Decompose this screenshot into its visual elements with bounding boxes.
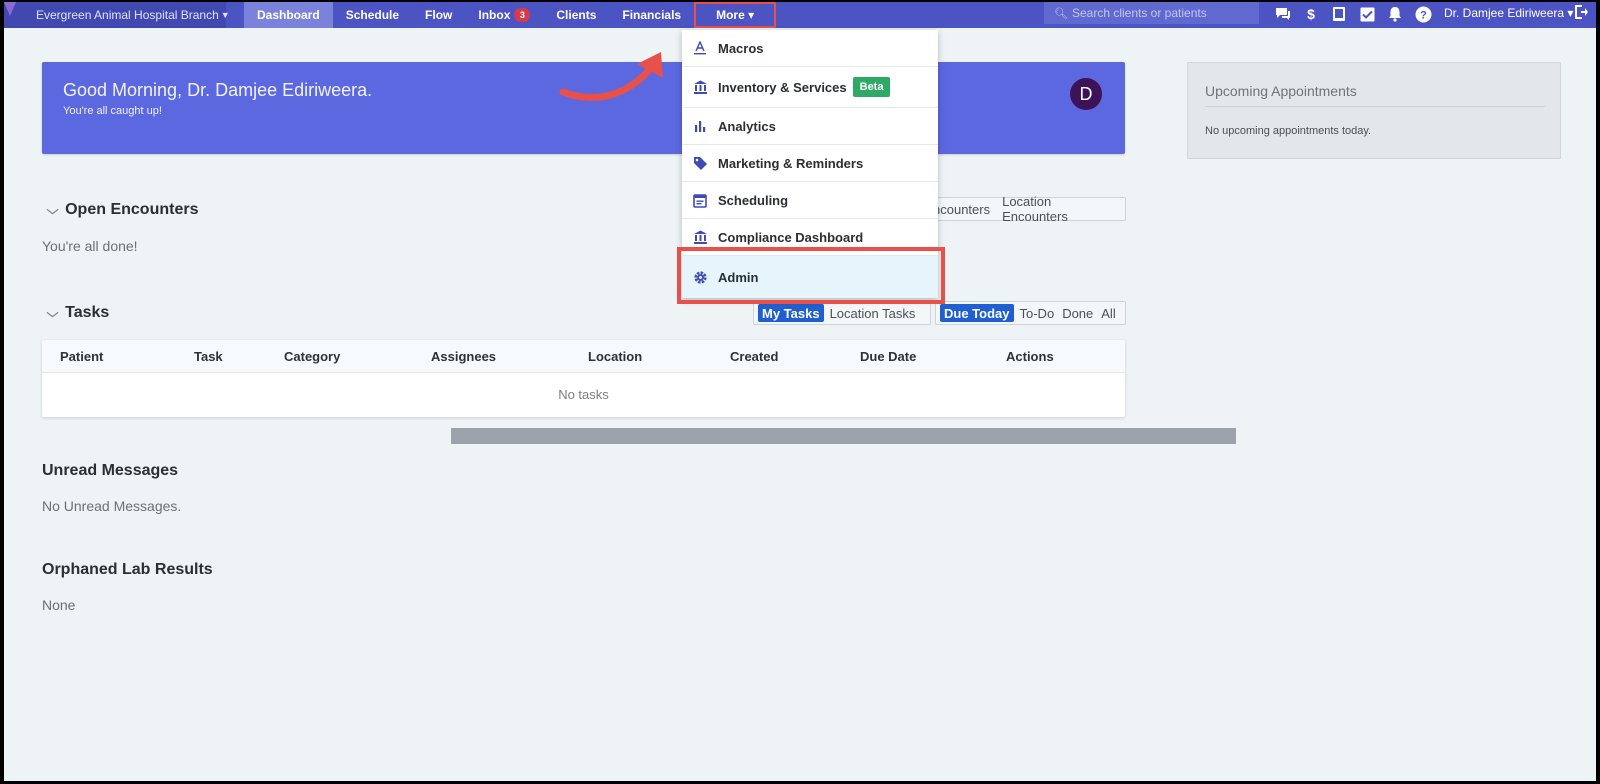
column-header[interactable]: Category (284, 349, 340, 364)
orphaned-lab-results-title: Orphaned Lab Results (42, 561, 213, 578)
menu-item-marketing[interactable]: Marketing & Reminders (682, 145, 938, 182)
toggle-location-encounters[interactable]: Location Encounters (998, 194, 1121, 224)
orphaned-lab-results-empty: None (42, 597, 76, 613)
avatar[interactable]: D (1070, 78, 1102, 110)
chevron-down-icon: ▼ (220, 10, 230, 20)
calendar-icon (692, 192, 708, 208)
encounters-toggle: ncounters Location Encounters (924, 194, 1126, 224)
chat-icon[interactable] (1274, 5, 1292, 23)
menu-item-label: Compliance Dashboard (718, 229, 864, 245)
column-header: Actions (1006, 349, 1054, 364)
tasks-status-toggle: Due Today To-Do Done All (935, 301, 1126, 325)
menu-item-label: Marketing & Reminders (718, 155, 864, 171)
branch-name: Evergreen Animal Hospital Branch (36, 8, 219, 22)
logout-icon[interactable] (1574, 4, 1588, 23)
greeting-subtitle: You're all caught up! (63, 105, 162, 117)
top-nav: Evergreen Animal Hospital Branch ▼ Dashb… (4, 2, 1596, 28)
inbox-count-badge: 3 (514, 8, 531, 22)
dollar-icon[interactable]: $ (1302, 5, 1320, 23)
column-header[interactable]: Patient (60, 349, 103, 364)
svg-text:?: ? (1420, 9, 1427, 21)
unread-messages-title: Unread Messages (42, 462, 179, 479)
chevron-down-icon: ⌵ (46, 305, 59, 320)
user-menu[interactable]: Dr. Damjee Ediriweera ▾ (1444, 2, 1573, 24)
toggle-todo[interactable]: To-Do (1016, 304, 1059, 322)
column-header[interactable]: Created (730, 349, 778, 364)
divider (1205, 106, 1545, 107)
nav-more[interactable]: More ▾ (694, 2, 777, 28)
checkbox-icon[interactable] (1358, 5, 1376, 23)
tag-icon (692, 155, 708, 171)
search-placeholder: Search clients or patients (1071, 6, 1207, 20)
tasks-title: Tasks (65, 304, 110, 321)
upcoming-appointments-panel: Upcoming Appointments No upcoming appoin… (1187, 62, 1561, 159)
menu-item-label: Scheduling (718, 192, 789, 208)
menu-item-macros[interactable]: Macros (682, 30, 938, 67)
upcoming-title: Upcoming Appointments (1205, 83, 1357, 99)
app-frame: Evergreen Animal Hospital Branch ▼ Dashb… (4, 2, 1596, 781)
tablet-icon[interactable] (1330, 5, 1348, 23)
admin-highlight-box (677, 247, 945, 304)
menu-item-inventory[interactable]: Inventory & Services Beta (682, 67, 938, 108)
search-input[interactable]: 🔍︎ Search clients or patients (1044, 2, 1259, 24)
bank-icon (692, 229, 708, 245)
beta-badge: Beta (852, 77, 891, 97)
nav-clients[interactable]: Clients (543, 2, 609, 28)
menu-item-label: Analytics (718, 118, 776, 134)
nav-inbox[interactable]: Inbox 3 (465, 2, 543, 28)
nav-financials[interactable]: Financials (609, 2, 694, 28)
toggle-all[interactable]: All (1097, 304, 1119, 322)
table-header: Patient Task Category Assignees Location… (42, 340, 1125, 373)
horizontal-scrollbar[interactable] (451, 428, 1236, 444)
open-encounters-header[interactable]: ⌵ Open Encounters (46, 201, 199, 219)
app-logo-icon (4, 2, 16, 16)
tasks-header[interactable]: ⌵ Tasks (46, 304, 110, 322)
nav-schedule[interactable]: Schedule (333, 2, 412, 28)
annotation-arrow-icon (559, 52, 663, 101)
menu-item-label: Macros (718, 40, 764, 56)
nav-flow[interactable]: Flow (412, 2, 465, 28)
menu-item-analytics[interactable]: Analytics (682, 108, 938, 145)
bar-chart-icon (692, 118, 708, 134)
tasks-scope-toggle: My Tasks Location Tasks (753, 301, 931, 325)
nav-dashboard[interactable]: Dashboard (244, 2, 333, 28)
menu-item-label: Inventory & Services (718, 79, 847, 95)
toggle-location-tasks[interactable]: Location Tasks (826, 304, 920, 322)
nav-inbox-label: Inbox (478, 8, 511, 22)
bell-icon[interactable] (1386, 5, 1404, 23)
toggle-due-today[interactable]: Due Today (940, 304, 1014, 322)
column-header[interactable]: Location (588, 349, 642, 364)
bank-icon (692, 79, 708, 95)
top-icons: $ ? (1274, 2, 1432, 26)
help-icon[interactable]: ? (1414, 5, 1432, 23)
column-header[interactable]: Assignees (431, 349, 496, 364)
column-header[interactable]: Task (194, 349, 223, 364)
column-header[interactable]: Due Date (860, 349, 916, 364)
chevron-down-icon: ⌵ (46, 202, 59, 217)
text-format-icon (692, 40, 708, 56)
greeting-title: Good Morning, Dr. Damjee Ediriweera. (63, 80, 373, 100)
tasks-empty: No tasks (558, 387, 609, 402)
unread-messages-empty: No Unread Messages. (42, 498, 182, 514)
tasks-table: Patient Task Category Assignees Location… (42, 340, 1125, 417)
search-icon: 🔍︎ (1054, 7, 1068, 20)
open-encounters-empty: You're all done! (42, 238, 138, 254)
open-encounters-title: Open Encounters (65, 201, 199, 218)
toggle-my-tasks[interactable]: My Tasks (758, 304, 824, 322)
toggle-done[interactable]: Done (1058, 304, 1097, 322)
upcoming-empty: No upcoming appointments today. (1205, 125, 1372, 137)
menu-item-scheduling[interactable]: Scheduling (682, 182, 938, 219)
branch-selector[interactable]: Evergreen Animal Hospital Branch ▼ (4, 2, 230, 28)
toggle-my-encounters[interactable]: ncounters (929, 200, 994, 218)
